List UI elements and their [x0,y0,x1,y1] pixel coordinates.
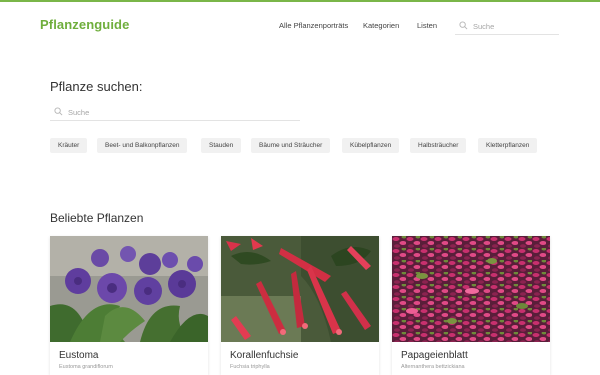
header: Pflanzenguide Alle Pflanzenporträts Kate… [0,2,600,48]
search-icon [54,107,63,116]
papageienblatt-image [392,236,550,342]
eustoma-image [50,236,208,342]
header-search [455,17,559,35]
card-title: Eustoma [59,350,99,361]
korallenfuchsie-image [221,236,379,342]
card-latin-name: Fuchsia triphylla [230,364,270,370]
site-logo[interactable]: Pflanzenguide [40,17,129,32]
chip-baeume-straeucher[interactable]: Bäume und Sträucher [251,138,331,153]
chip-beet-balkonpflanzen[interactable]: Beet- und Balkonpflanzen [97,138,188,153]
card-latin-name: Eustoma grandiflorum [59,364,113,370]
card-title: Korallenfuchsie [230,350,299,361]
plant-search [50,103,300,121]
chip-kraeuter[interactable]: Kräuter [50,138,88,153]
nav-categories[interactable]: Kategorien [363,21,399,30]
chip-kuebelpflanzen[interactable]: Kübelpflanzen [342,138,400,153]
card-latin-name: Alternanthera bettzickiana [401,364,465,370]
plant-card-korallenfuchsie[interactable]: Korallenfuchsie Fuchsia triphylla [221,236,379,375]
chip-halbstraeucher[interactable]: Halbsträucher [410,138,467,153]
plant-search-input[interactable] [68,105,296,119]
search-icon [459,21,468,30]
finder-heading: Pflanze suchen: [50,79,143,94]
chip-stauden[interactable]: Stauden [201,138,242,153]
nav-all-plant-portraits[interactable]: Alle Pflanzenporträts [279,21,348,30]
card-title: Papageienblatt [401,350,468,361]
header-search-input[interactable] [473,19,557,33]
popular-heading: Beliebte Pflanzen [50,211,144,225]
nav-lists[interactable]: Listen [417,21,437,30]
chip-kletterpflanzen[interactable]: Kletterpflanzen [478,138,538,153]
plant-card-papageienblatt[interactable]: Papageienblatt Alternanthera bettzickian… [392,236,550,375]
plant-card-eustoma[interactable]: Eustoma Eustoma grandiflorum [50,236,208,375]
